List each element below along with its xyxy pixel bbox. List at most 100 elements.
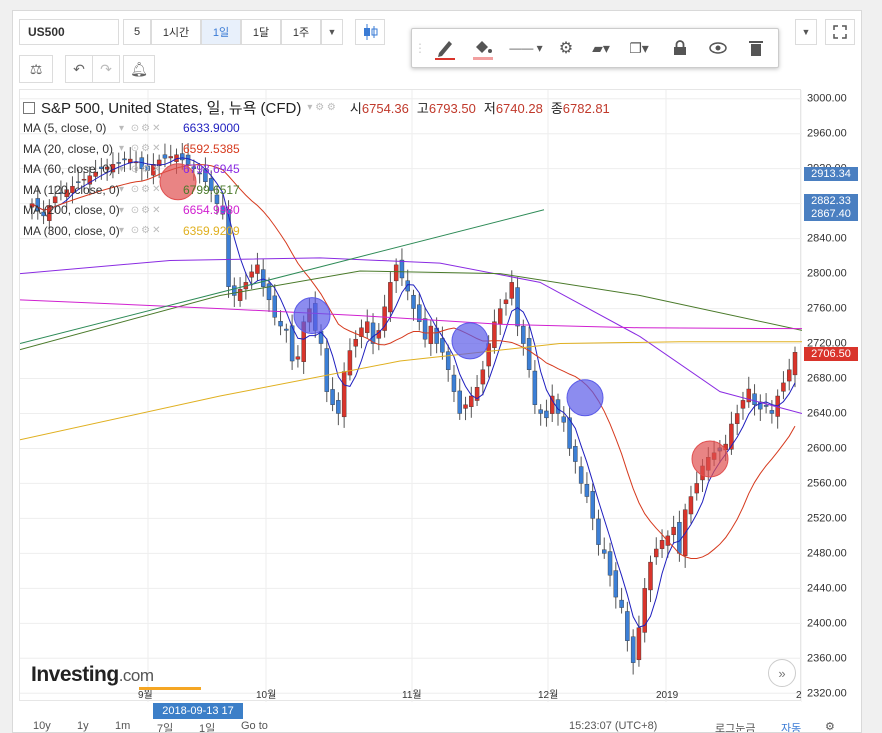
candle-body <box>671 526 676 536</box>
ma-legend-row[interactable]: MA (20, close, 0) ▾ ⊙⚙✕ 6592.5385 <box>23 139 610 160</box>
ma-legend-row[interactable]: MA (200, close, 0) ▾ ⊙⚙✕ 6654.9980 <box>23 200 610 221</box>
ma-legend-row[interactable]: MA (60, close, 0) ▾ ⊙⚙✕ 6793.6945 <box>23 159 610 180</box>
y-tick-label: 2680.00 <box>807 373 847 385</box>
range-1y[interactable]: 1y <box>77 720 89 732</box>
chart-window: US500 5 1시간 1일 1달 1주 ▼ ▼ ⚖ ↶ ↷ 🔔︎ 9월 10월 1… <box>12 10 862 733</box>
ma-settings-icons[interactable]: ▾ ⊙⚙✕ <box>119 184 183 195</box>
line-style-button[interactable]: —— ▾ <box>506 33 546 63</box>
ma-settings-icons[interactable]: ▾ ⊙⚙✕ <box>119 164 183 175</box>
range-10y[interactable]: 10y <box>33 720 51 732</box>
candle-body <box>578 466 584 484</box>
candle-body <box>521 325 526 344</box>
fullscreen-icon <box>833 25 847 39</box>
undo-icon: ↶ <box>73 60 85 77</box>
candle-body <box>584 484 590 497</box>
candle-body <box>237 289 243 301</box>
candle-body <box>295 356 301 360</box>
visibility-button[interactable] <box>704 33 732 63</box>
candle-body <box>289 325 295 362</box>
ma-legend-row[interactable]: MA (5, close, 0) ▾ ⊙⚙✕ 6633.9000 <box>23 118 610 139</box>
x-tick-label: 11월 <box>402 689 422 701</box>
candle-body <box>341 371 347 418</box>
ma-value: 6359.9209 <box>183 223 240 238</box>
ma-value: 6793.6945 <box>183 162 240 177</box>
y-tick-label: 2840.00 <box>807 233 847 245</box>
double-chevron-right-icon: » <box>778 665 786 681</box>
candle-body <box>786 369 792 382</box>
clock: 15:23:07 (UTC+8) <box>569 720 658 732</box>
candle-body <box>272 295 277 318</box>
x-tick-label: 2019 <box>656 690 679 701</box>
more-dropdown[interactable]: ▼ <box>795 19 817 45</box>
candle-body <box>526 338 532 370</box>
layer-button[interactable]: ▰▾ <box>584 33 618 63</box>
lock-button[interactable] <box>666 33 694 63</box>
compare-button[interactable]: ⚖ <box>19 55 53 83</box>
ma-settings-icons[interactable]: ▾ ⊙⚙✕ <box>119 143 183 154</box>
legend-title: S&P 500, United States, 일, 뉴욕 (CFD) <box>41 100 302 117</box>
candle-body <box>573 446 578 462</box>
legend-settings-icons[interactable]: ▾ ⚙ ⚙ <box>307 102 336 113</box>
symbol-input[interactable]: US500 <box>19 19 119 45</box>
candle-body <box>399 259 405 279</box>
log-scale-toggle[interactable]: 로그눈금 <box>715 720 755 732</box>
collapse-icon[interactable] <box>23 101 35 114</box>
delete-button[interactable] <box>742 33 770 63</box>
ohlc-high: 고6793.50 <box>416 101 476 116</box>
redo-button[interactable]: ↷ <box>92 55 120 83</box>
candle-body <box>625 611 630 642</box>
interval-5min[interactable]: 5 <box>123 19 151 45</box>
range-1d[interactable]: 1일 <box>199 720 215 732</box>
auto-scale-toggle[interactable]: 자동 <box>781 720 801 732</box>
ma-settings-icons[interactable]: ▾ ⊙⚙✕ <box>119 205 183 216</box>
candle-body <box>278 321 283 327</box>
interval-1hour[interactable]: 1시간 <box>151 19 201 45</box>
drag-handle-icon[interactable]: ⋮ <box>414 33 426 63</box>
candle-body <box>561 416 567 423</box>
interval-dropdown[interactable]: ▼ <box>321 19 343 45</box>
scale-icon: ⚖ <box>29 60 43 77</box>
candle-body <box>532 370 538 405</box>
scroll-to-latest-button[interactable]: » <box>768 659 796 687</box>
ma-legend-row[interactable]: MA (120, close, 0) ▾ ⊙⚙✕ 6799.6517 <box>23 180 610 201</box>
interval-1day[interactable]: 1일 <box>201 19 241 45</box>
y-tick-label: 2400.00 <box>807 617 847 629</box>
y-tick-label: 3000.00 <box>807 93 847 105</box>
ma-line <box>20 341 802 441</box>
candle-body <box>752 393 757 405</box>
settings-button[interactable]: ⚙ <box>552 33 580 63</box>
fullscreen-button[interactable] <box>825 19 855 45</box>
interval-1month[interactable]: 1달 <box>241 19 281 45</box>
range-7d[interactable]: 7일 <box>157 720 173 732</box>
candle-body <box>370 322 376 344</box>
candle-body <box>619 599 624 608</box>
clone-button[interactable]: ❐▾ <box>622 33 656 63</box>
candle-body <box>497 308 503 325</box>
line-style-icon: —— ▾ <box>509 41 543 55</box>
ma-settings-icons[interactable]: ▾ ⊙⚙✕ <box>119 225 183 236</box>
undo-button[interactable]: ↶ <box>65 55 93 83</box>
ohlc-low: 저6740.28 <box>483 101 543 116</box>
pen-color-button[interactable] <box>430 33 460 63</box>
interval-1week[interactable]: 1주 <box>281 19 321 45</box>
candle-body <box>769 410 775 414</box>
candle-body <box>463 404 468 409</box>
goto-button[interactable]: Go to <box>241 720 268 732</box>
gear-icon[interactable]: ⚙ <box>825 720 835 732</box>
price-axis[interactable]: 3000.002960.002920.002880.002840.002800.… <box>801 89 859 709</box>
ma-settings-icons[interactable]: ▾ ⊙⚙✕ <box>119 123 183 134</box>
y-tick-label: 2960.00 <box>807 128 847 140</box>
candle-body <box>515 287 520 327</box>
candle-body <box>544 410 549 419</box>
ohlc-close: 종6782.81 <box>550 101 610 116</box>
range-1m[interactable]: 1m <box>115 720 130 732</box>
ma-name: MA (5, close, 0) <box>23 121 107 136</box>
ma-legend-row[interactable]: MA (300, close, 0) ▾ ⊙⚙✕ 6359.9209 <box>23 221 610 242</box>
candle-body <box>469 395 474 407</box>
candle-type-button[interactable] <box>355 19 385 45</box>
fill-color-button[interactable] <box>468 33 498 63</box>
y-tick-label: 2800.00 <box>807 268 847 280</box>
bell-icon: 🔔︎ <box>130 60 148 77</box>
y-tick-label: 2560.00 <box>807 477 847 489</box>
alert-button[interactable]: 🔔︎ <box>123 55 155 83</box>
